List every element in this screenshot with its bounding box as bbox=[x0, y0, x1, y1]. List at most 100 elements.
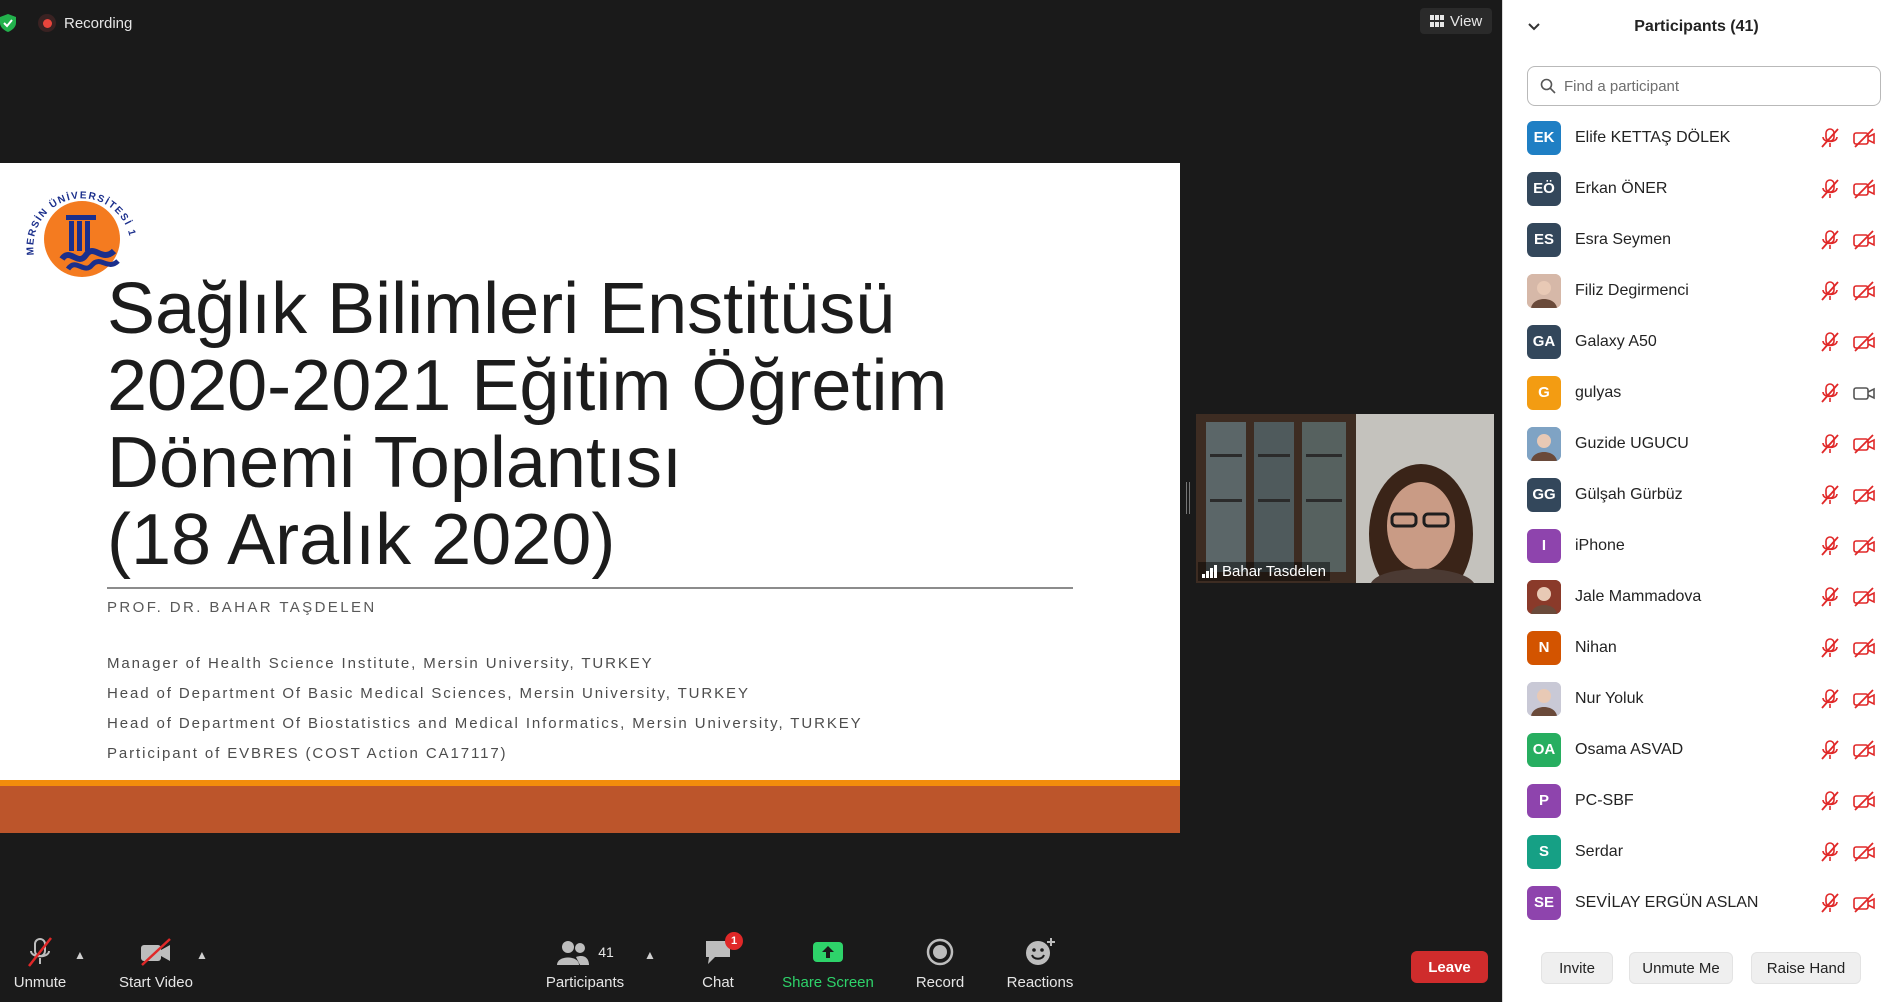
avatar-initials: SE bbox=[1527, 885, 1561, 920]
participant-row[interactable]: OA Osama ASVAD bbox=[1503, 724, 1889, 775]
avatar-initials: GG bbox=[1527, 477, 1561, 512]
mic-muted-icon bbox=[1820, 688, 1840, 710]
video-off-icon bbox=[1852, 433, 1876, 454]
video-off-icon bbox=[1852, 841, 1876, 862]
participant-name: Esra Seymen bbox=[1575, 230, 1672, 248]
avatar-initials: S bbox=[1527, 834, 1561, 869]
start-video-button[interactable]: Start Video bbox=[116, 934, 196, 996]
slide-title-line: Sağlık Bilimleri Enstitüsü bbox=[107, 269, 896, 349]
mic-muted-icon bbox=[1820, 484, 1840, 506]
participant-row[interactable]: Filiz Degirmenci bbox=[1503, 265, 1889, 316]
recording-label: Recording bbox=[64, 14, 133, 32]
participants-label: Participants bbox=[545, 974, 625, 991]
participants-button[interactable]: 41 Participants bbox=[542, 934, 628, 996]
mic-muted-icon bbox=[1820, 535, 1840, 557]
participant-name: iPhone bbox=[1575, 536, 1625, 554]
participant-row[interactable]: GG Gülşah Gürbüz bbox=[1503, 469, 1889, 520]
split-resize-handle[interactable] bbox=[1186, 482, 1190, 514]
speaker-video-feed bbox=[1196, 414, 1494, 583]
video-participant-name: Bahar Tasdelen bbox=[1222, 563, 1326, 580]
leave-button[interactable]: Leave bbox=[1411, 951, 1488, 983]
raise-hand-button[interactable]: Raise Hand bbox=[1751, 952, 1861, 984]
mic-muted-icon bbox=[1820, 127, 1840, 149]
avatar-initials: GA bbox=[1527, 324, 1561, 359]
panel-title: Participants (41) bbox=[1634, 18, 1759, 35]
reactions-button[interactable]: Reactions bbox=[1004, 934, 1076, 996]
recording-dot-icon[interactable] bbox=[38, 14, 56, 32]
participant-list: EK Elife KETTAŞ DÖLEK EÖ Erkan ÖNER ES Esra S… bbox=[1503, 112, 1889, 928]
shared-slide: MERSİN ÜNİVERSİTESİ 1992 Sağlık Bilimler… bbox=[0, 163, 1180, 833]
participant-name: Serdar bbox=[1575, 842, 1624, 860]
participant-row[interactable]: Guzide UGUCU bbox=[1503, 418, 1889, 469]
participant-name: Elife KETTAŞ DÖLEK bbox=[1575, 128, 1731, 146]
mic-muted-icon bbox=[1820, 892, 1840, 914]
meeting-stage: Recording View MERSİN ÜNİVERSİTESİ 1 Sağ… bbox=[0, 0, 1502, 1002]
participant-row[interactable]: S Serdar bbox=[1503, 826, 1889, 877]
participants-panel: Participants (41) EK Elife KETTAŞ DÖLEK EÖ… bbox=[1502, 0, 1889, 1002]
zoom-meeting-window: Recording View MERSİN ÜNİVERSİTESİ 1 Sağ… bbox=[0, 0, 1889, 1002]
video-off-icon bbox=[1852, 331, 1876, 352]
view-button[interactable]: View bbox=[1420, 8, 1493, 34]
start-video-label: Start Video bbox=[119, 974, 193, 991]
participant-name: gulyas bbox=[1575, 383, 1622, 401]
unmute-button[interactable]: Unmute bbox=[10, 934, 70, 996]
mic-muted-icon bbox=[1820, 382, 1840, 404]
video-options-caret-icon[interactable]: ▲ bbox=[196, 948, 210, 962]
security-shield-icon[interactable] bbox=[0, 14, 16, 32]
video-off-icon bbox=[1852, 127, 1876, 148]
participant-row[interactable]: Nur Yoluk bbox=[1503, 673, 1889, 724]
grid-view-icon bbox=[1430, 15, 1444, 27]
participants-options-caret-icon[interactable]: ▲ bbox=[644, 948, 658, 962]
participant-row[interactable]: EÖ Erkan ÖNER bbox=[1503, 163, 1889, 214]
video-camera-icon bbox=[1852, 383, 1876, 403]
record-button[interactable]: Record bbox=[910, 934, 970, 996]
chat-icon: 1 bbox=[703, 932, 743, 970]
search-input[interactable] bbox=[1564, 77, 1864, 95]
mic-muted-icon bbox=[1820, 433, 1840, 455]
participant-row[interactable]: N Nihan bbox=[1503, 622, 1889, 673]
participant-name: Jale Mammadova bbox=[1575, 587, 1702, 605]
avatar-initials: I bbox=[1527, 528, 1561, 563]
reactions-label: Reactions bbox=[1006, 974, 1074, 991]
participant-row[interactable]: Jale Mammadova bbox=[1503, 571, 1889, 622]
participant-row[interactable]: EK Elife KETTAŞ DÖLEK bbox=[1503, 112, 1889, 163]
mic-muted-icon bbox=[1820, 331, 1840, 353]
video-off-icon bbox=[1852, 229, 1876, 250]
share-screen-button[interactable]: Share Screen bbox=[780, 934, 876, 996]
participant-name: Nihan bbox=[1575, 638, 1617, 656]
participants-icon: 41 bbox=[556, 934, 614, 970]
chat-button[interactable]: 1 Chat bbox=[690, 932, 746, 996]
participant-name: Galaxy A50 bbox=[1575, 332, 1657, 350]
affiliation-line: Head of Department Of Basic Medical Scie… bbox=[107, 685, 750, 702]
participant-row[interactable]: P PC-SBF bbox=[1503, 775, 1889, 826]
audio-options-caret-icon[interactable]: ▲ bbox=[74, 948, 88, 962]
video-off-icon bbox=[1852, 280, 1876, 301]
mic-muted-icon bbox=[1820, 790, 1840, 812]
video-off-icon bbox=[1852, 535, 1876, 556]
avatar-photo bbox=[1527, 681, 1561, 716]
slide-divider bbox=[107, 587, 1073, 589]
video-off-icon bbox=[1852, 586, 1876, 607]
avatar-photo bbox=[1527, 426, 1561, 461]
record-label: Record bbox=[915, 974, 965, 991]
share-screen-icon bbox=[813, 934, 843, 970]
speaker-video-tile[interactable]: Bahar Tasdelen bbox=[1196, 414, 1494, 583]
participant-row[interactable]: GA Galaxy A50 bbox=[1503, 316, 1889, 367]
participant-search[interactable] bbox=[1527, 66, 1881, 106]
search-icon bbox=[1540, 78, 1556, 94]
participant-row[interactable]: SE SEVİLAY ERGÜN ASLAN bbox=[1503, 877, 1889, 928]
participant-name: Guzide UGUCU bbox=[1575, 434, 1689, 452]
recording-indicator: Recording bbox=[0, 10, 132, 36]
participant-name: Filiz Degirmenci bbox=[1575, 281, 1689, 299]
participant-row[interactable]: Ggulyas bbox=[1503, 367, 1889, 418]
participant-row[interactable]: ES Esra Seymen bbox=[1503, 214, 1889, 265]
participant-row[interactable]: IiPhone bbox=[1503, 520, 1889, 571]
video-off-icon bbox=[1852, 892, 1876, 913]
unmute-me-button[interactable]: Unmute Me bbox=[1629, 952, 1733, 984]
video-off-icon bbox=[1852, 739, 1876, 760]
mic-muted-icon bbox=[1820, 739, 1840, 761]
affiliation-line: Participant of EVBRES (COST Action CA171… bbox=[107, 745, 508, 762]
record-icon bbox=[926, 934, 954, 970]
chat-unread-badge: 1 bbox=[725, 932, 743, 950]
invite-button[interactable]: Invite bbox=[1541, 952, 1613, 984]
